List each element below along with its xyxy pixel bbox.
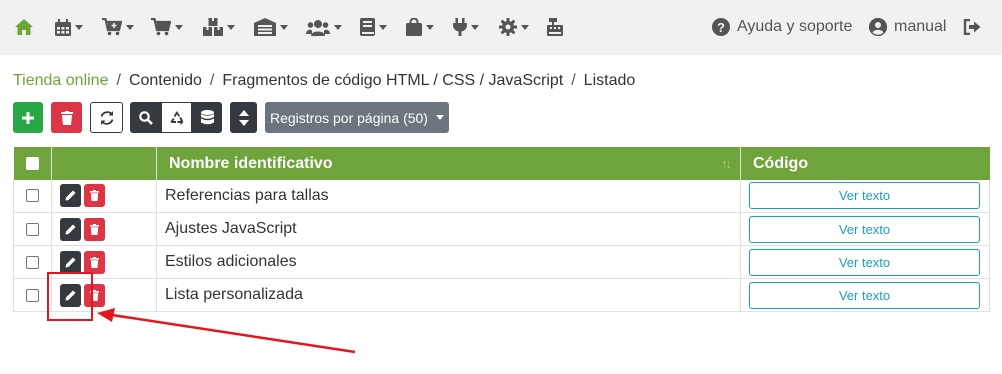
warehouse-icon [254,18,276,36]
actions-header [51,147,157,180]
book-icon [360,18,375,36]
content-menu[interactable] [360,13,387,41]
row-select-cell [13,179,52,213]
row-checkbox[interactable] [26,255,39,269]
view-text-button[interactable]: Ver texto [749,215,980,243]
plugins-menu[interactable] [453,13,479,41]
trash-icon [90,256,99,268]
boxes-icon [203,18,223,36]
row-select-cell [13,278,52,312]
code-column-header: Código [740,147,990,180]
table-row: Estilos adicionales Ver texto [13,245,990,279]
user-menu[interactable]: manual [869,13,946,41]
delete-selected-button[interactable] [51,102,82,133]
row-actions [51,179,157,213]
pencil-icon [65,224,76,234]
table-header-row: Nombre identificativo ↑↓ Código [13,147,990,180]
table-row: Lista personalizada Ver texto [13,278,990,312]
shopping-bag-icon [406,18,422,36]
trash-icon [60,110,73,125]
row-select-cell [13,245,52,279]
cart-plus-icon [102,18,122,36]
row-name: Ajustes JavaScript [156,212,741,246]
database-icon [200,110,214,125]
chevron-down-icon [435,115,444,120]
breadcrumb-snippets[interactable]: Fragmentos de código HTML / CSS / JavaSc… [222,72,563,89]
name-column-header[interactable]: Nombre identificativo ↑↓ [156,147,741,180]
user-label: manual [894,18,947,35]
calendar-icon [55,18,71,36]
sort-icon [238,109,249,126]
add-button[interactable] [13,102,43,133]
database-button[interactable] [192,102,222,133]
edit-button[interactable] [60,184,81,208]
cash-register-icon[interactable] [546,13,564,41]
purchases-menu[interactable] [102,13,134,41]
cart-icon [151,18,171,36]
users-icon [306,19,330,36]
trash-icon [90,223,99,235]
pencil-icon [65,257,76,267]
row-checkbox[interactable] [26,222,39,236]
help-link[interactable]: ? Ayuda y soporte [712,13,852,41]
plug-icon [453,18,467,36]
warehouse-menu[interactable] [254,13,288,41]
edit-button[interactable] [60,217,81,241]
trash-icon [90,190,99,202]
refresh-button[interactable] [90,102,123,133]
gear-icon [499,18,517,36]
table-row: Referencias para tallas Ver texto [13,179,990,213]
breadcrumb-content[interactable]: Contenido [129,72,202,89]
user-circle-icon [869,18,887,36]
per-page-dropdown[interactable]: Registros por página (50) [265,102,449,133]
select-all-checkbox[interactable] [25,157,39,171]
calendar-menu[interactable] [55,13,83,41]
pencil-icon [65,190,76,201]
home-icon[interactable] [14,13,34,41]
row-code-cell: Ver texto [740,278,990,312]
recycle-icon [170,110,183,125]
sales-menu[interactable] [151,13,183,41]
delete-button[interactable] [84,217,105,241]
delete-button[interactable] [84,184,105,208]
row-code-cell: Ver texto [740,245,990,279]
row-name: Referencias para tallas [156,179,741,213]
logout-icon[interactable] [963,13,981,41]
highlight-box [47,272,93,321]
sort-arrows-icon[interactable]: ↑↓ [721,156,732,171]
view-text-button[interactable]: Ver texto [749,281,980,309]
select-all-cell [13,147,52,180]
plus-icon [22,111,34,124]
products-menu[interactable] [203,13,235,41]
recycle-button[interactable] [161,102,192,133]
delete-button[interactable] [84,250,105,274]
settings-menu[interactable] [499,13,529,41]
row-checkbox[interactable] [26,189,39,203]
row-code-cell: Ver texto [740,212,990,246]
per-page-label: Registros por página (50) [270,109,428,126]
row-actions [51,212,157,246]
help-label: Ayuda y soporte [737,18,853,35]
row-checkbox[interactable] [26,288,39,302]
table-row: Ajustes JavaScript Ver texto [13,212,990,246]
top-navigation-bar: ? Ayuda y soporte manual [0,0,1002,55]
row-name: Estilos adicionales [156,245,741,279]
breadcrumb: Tienda online / Contenido / Fragmentos de có… [13,72,636,89]
snippets-table: Nombre identificativo ↑↓ Código Referenci… [13,147,990,312]
row-name: Lista personalizada [156,278,741,312]
breadcrumb-shop[interactable]: Tienda online [13,72,108,89]
row-select-cell [13,212,52,246]
search-button[interactable] [130,102,161,133]
breadcrumb-current: Listado [583,72,636,89]
shop-menu[interactable] [406,13,434,41]
refresh-icon [100,110,113,125]
users-menu[interactable] [306,13,342,41]
view-text-button[interactable]: Ver texto [749,182,980,210]
search-icon [138,110,153,125]
row-code-cell: Ver texto [740,179,990,213]
sort-button[interactable] [230,102,257,133]
question-circle-icon: ? [712,18,730,36]
edit-button[interactable] [60,250,81,274]
view-text-button[interactable]: Ver texto [749,248,980,276]
